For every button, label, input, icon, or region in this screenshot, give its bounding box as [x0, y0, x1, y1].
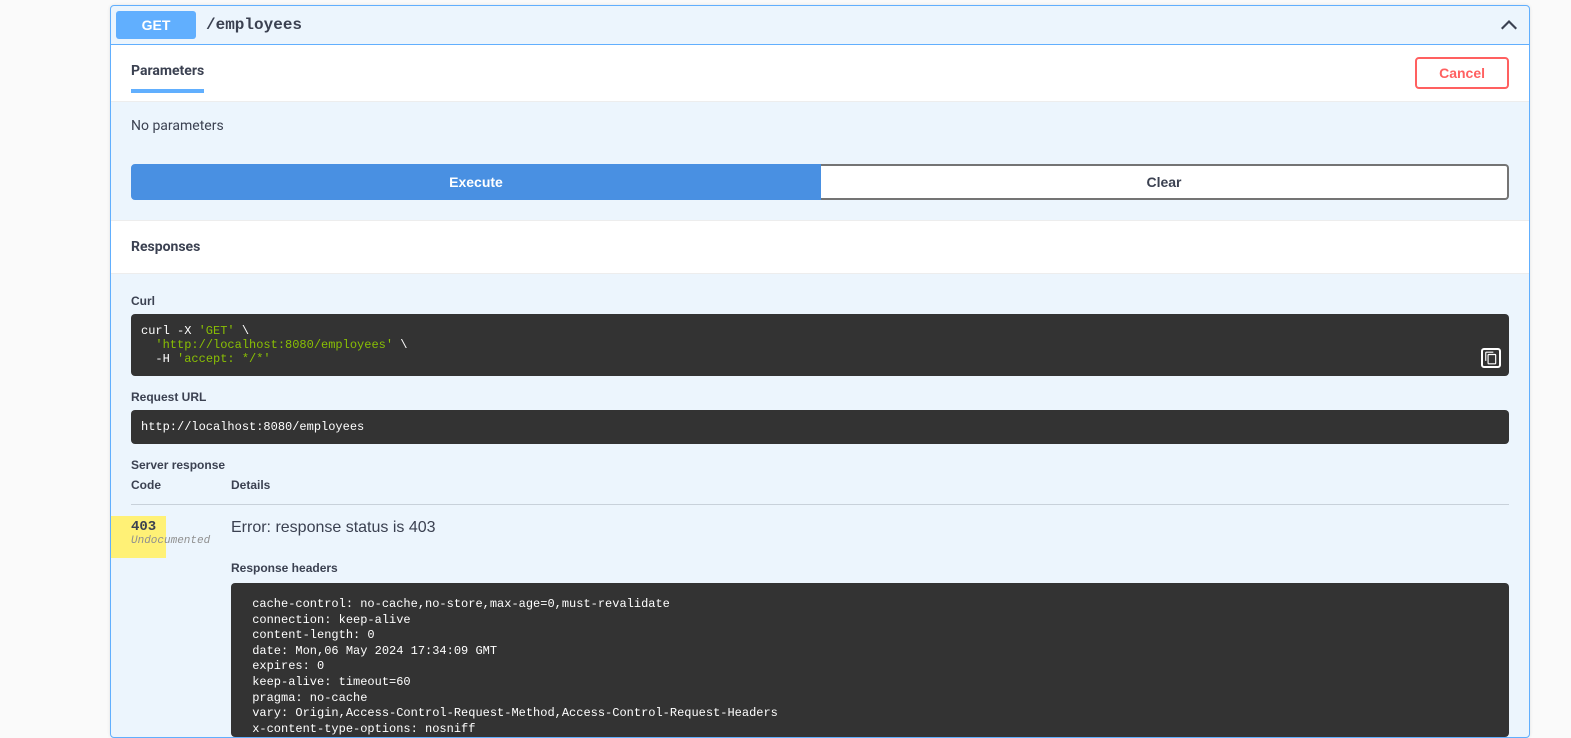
execute-button[interactable]: Execute [131, 164, 821, 200]
operation-body: Parameters Cancel No parameters Execute … [111, 44, 1529, 737]
curl-command-box: curl -X 'GET' \ 'http://localhost:8080/e… [131, 314, 1509, 376]
response-headers-label: Response headers [231, 561, 1509, 575]
status-code: 403 [131, 519, 231, 535]
operation-summary[interactable]: GET /employees [111, 6, 1529, 44]
cancel-button[interactable]: Cancel [1415, 57, 1509, 89]
http-method-badge: GET [116, 11, 196, 39]
response-row: 403 Undocumented Error: response status … [131, 505, 1509, 737]
curl-label: Curl [131, 294, 1509, 308]
responses-heading: Responses [111, 220, 1529, 274]
error-message: Error: response status is 403 [231, 519, 1509, 537]
copy-icon[interactable] [1481, 348, 1501, 368]
tab-parameters[interactable]: Parameters [131, 53, 204, 93]
api-operation-block: GET /employees Parameters Cancel No para… [110, 5, 1530, 738]
request-url-label: Request URL [131, 390, 1509, 404]
request-url-box: http://localhost:8080/employees [131, 410, 1509, 444]
clear-button[interactable]: Clear [821, 164, 1509, 200]
response-table-header: Code Details [131, 478, 1509, 505]
endpoint-path: /employees [206, 16, 1524, 34]
server-response-label: Server response [131, 458, 1509, 472]
column-code: Code [131, 478, 231, 492]
chevron-up-icon[interactable] [1499, 15, 1519, 35]
undocumented-label: Undocumented [131, 535, 231, 547]
response-headers-box: cache-control: no-cache,no-store,max-age… [231, 583, 1509, 737]
column-details: Details [231, 478, 1509, 492]
no-parameters-text: No parameters [131, 118, 1509, 134]
